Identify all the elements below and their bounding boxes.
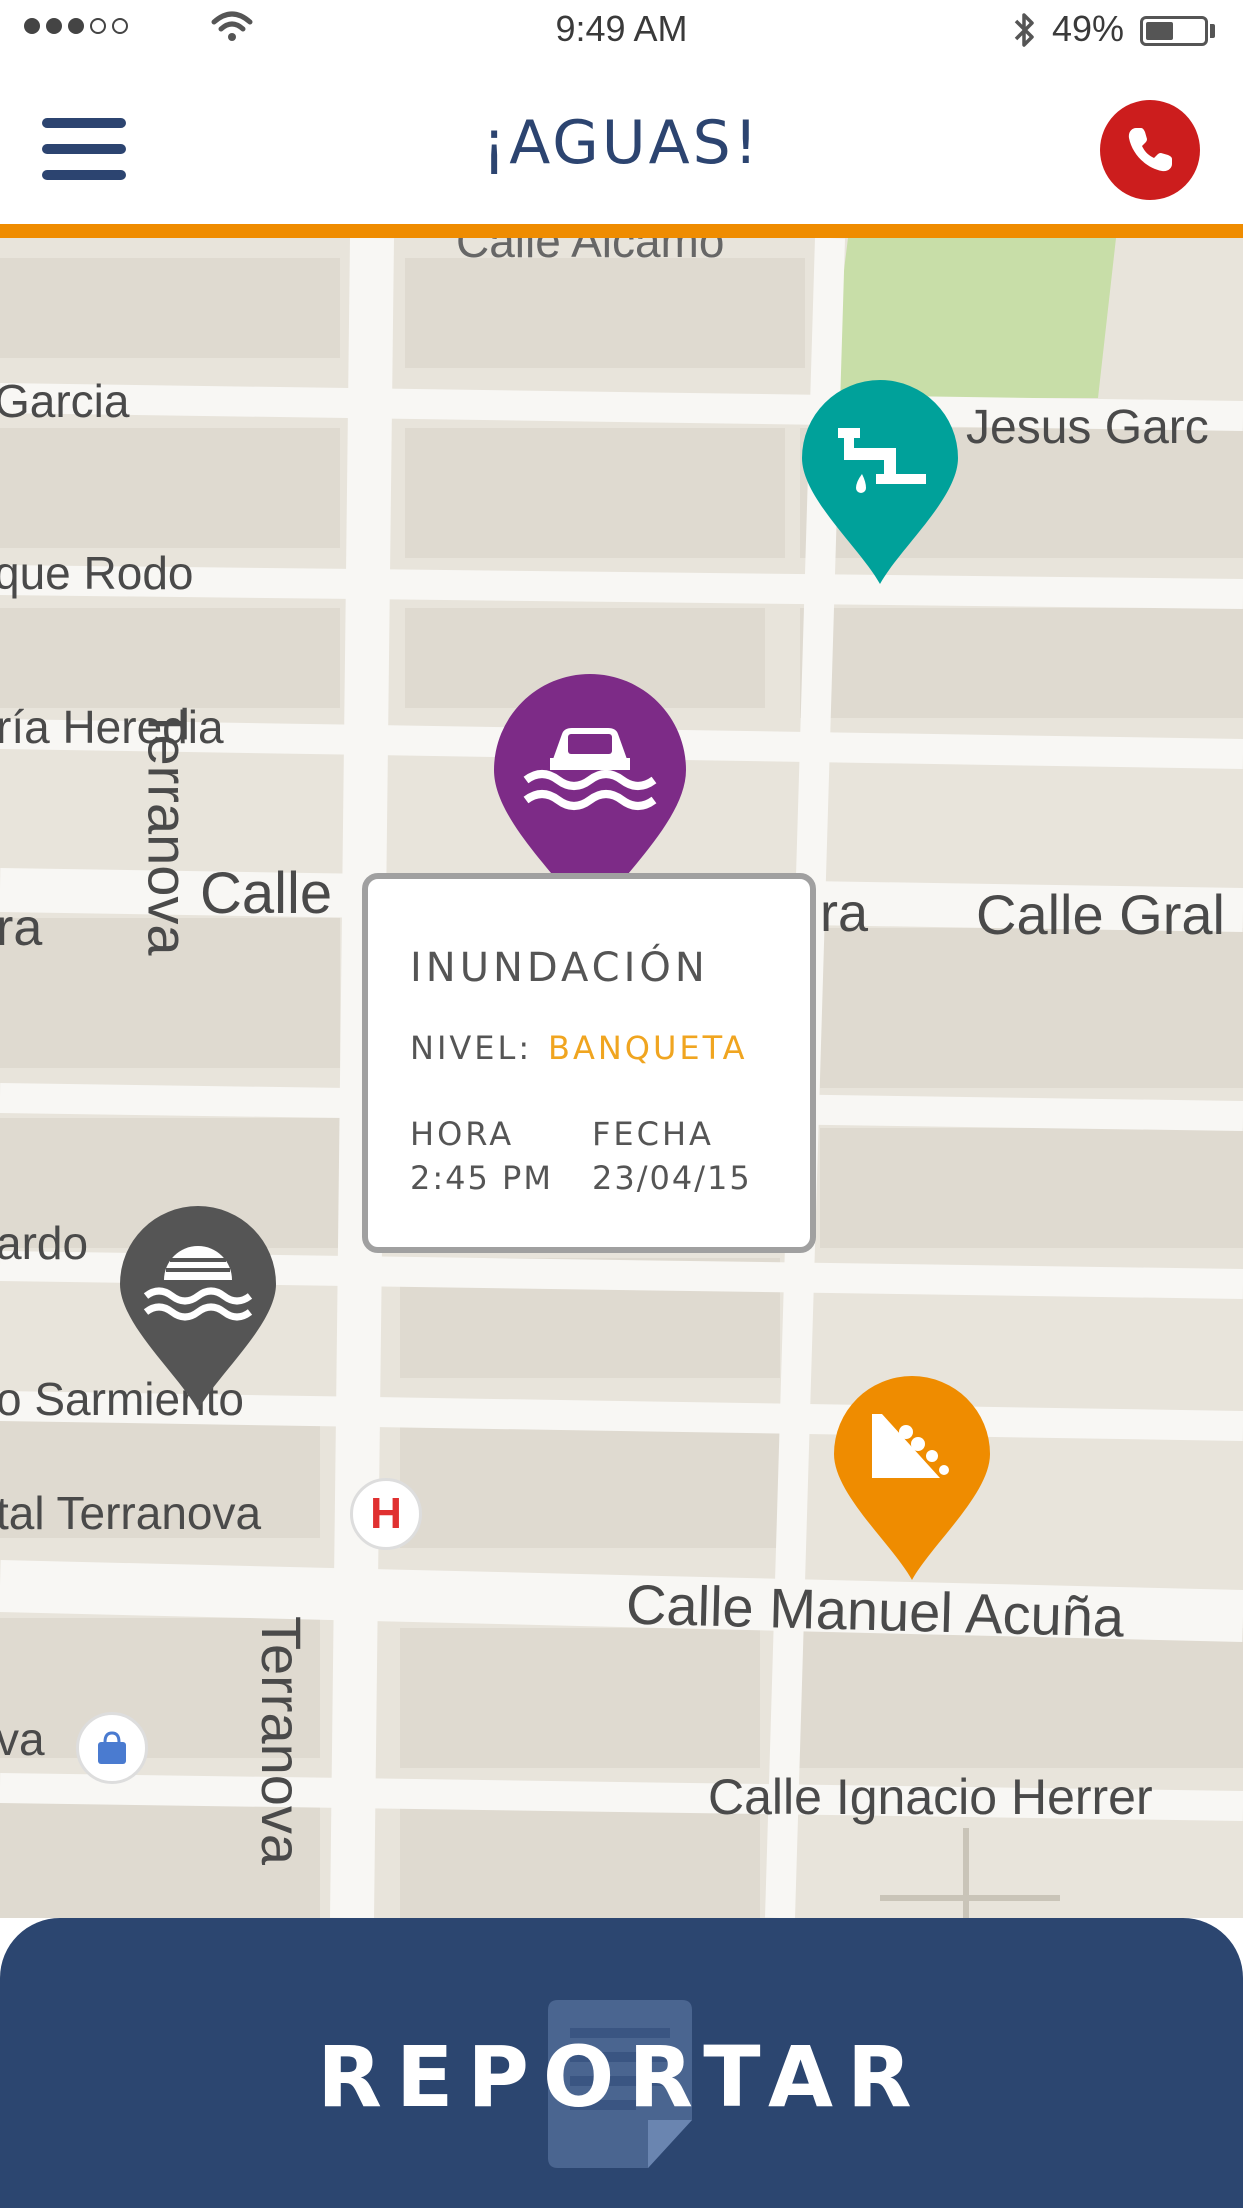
hospital-marker[interactable]: H bbox=[350, 1478, 422, 1550]
street-label-calle-left: Calle bbox=[200, 861, 333, 926]
date-value: 23/04/15 bbox=[592, 1159, 752, 1197]
battery-percent: 49% bbox=[1052, 8, 1125, 49]
street-label-terranova-top: Terranova bbox=[136, 706, 200, 956]
street-label-rodo: que Rodo bbox=[0, 547, 194, 599]
street-label-ardo: ardo bbox=[0, 1217, 89, 1269]
shopping-bag-icon bbox=[98, 1731, 126, 1764]
report-label: REPORTAR bbox=[317, 2028, 926, 2126]
battery-icon bbox=[1140, 16, 1208, 46]
emergency-call-button[interactable] bbox=[1100, 100, 1200, 200]
header-divider bbox=[0, 224, 1243, 238]
shopping-marker[interactable] bbox=[76, 1712, 148, 1784]
incident-info-popup[interactable]: INUNDACIÓN NIVEL: BANQUETA HORA 2:45 PM … bbox=[362, 873, 816, 1253]
drain-overflow-pin[interactable] bbox=[118, 1204, 278, 1414]
street-label-ignacio-herrer: Calle Ignacio Herrer bbox=[708, 1769, 1153, 1825]
app-header: ¡AGUAS! bbox=[0, 60, 1243, 222]
street-label-ra-left: ra bbox=[0, 899, 43, 957]
battery-tip bbox=[1210, 24, 1215, 38]
street-label-calle-gral: Calle Gral bbox=[976, 883, 1225, 946]
street-label-terranova-bottom: Terranova bbox=[250, 1616, 313, 1866]
street-label-tal-terranova: tal Terranova bbox=[0, 1487, 262, 1539]
incident-type: INUNDACIÓN bbox=[410, 945, 709, 991]
report-button[interactable]: REPORTAR bbox=[0, 1918, 1243, 2208]
landslide-pin[interactable] bbox=[832, 1374, 992, 1584]
level-value: BANQUETA bbox=[548, 1029, 748, 1067]
water-leak-pin[interactable] bbox=[800, 378, 960, 588]
app-title: ¡AGUAS! bbox=[482, 108, 761, 178]
app-screen: 9:49 AM 49% ¡AGUAS! Calle Alcamo Garcia … bbox=[0, 0, 1243, 2208]
street-label-garcia: Garcia bbox=[0, 375, 130, 427]
street-label-jesus-garcia: Jesus Garc bbox=[966, 401, 1209, 454]
phone-icon bbox=[1128, 128, 1172, 172]
bluetooth-icon bbox=[1014, 13, 1034, 47]
hour-value: 2:45 PM bbox=[410, 1159, 553, 1197]
hospital-icon: H bbox=[370, 1489, 402, 1538]
date-label: FECHA bbox=[592, 1115, 714, 1153]
hour-label: HORA bbox=[410, 1115, 515, 1153]
street-label-ra-mid: ra bbox=[820, 883, 869, 943]
street-label-alcamo: Calle Alcamo bbox=[456, 238, 725, 267]
level-label: NIVEL: bbox=[410, 1029, 533, 1067]
street-label-va: va bbox=[0, 1713, 45, 1765]
status-bar: 9:49 AM 49% bbox=[0, 0, 1243, 60]
